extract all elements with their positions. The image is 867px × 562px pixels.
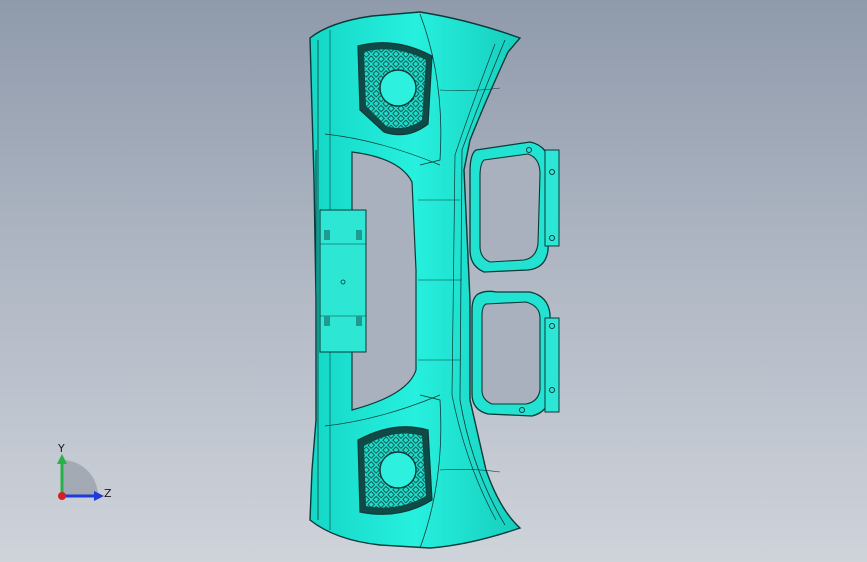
upper-mounting-frame	[469, 141, 560, 273]
orientation-triad: Y Z	[40, 438, 120, 518]
bumper-model[interactable]	[0, 0, 867, 562]
triad-quadrant	[62, 460, 98, 496]
x-axis-dot	[58, 492, 66, 500]
lower-mounting-frame	[471, 290, 560, 417]
graphics-viewport[interactable]: Y Z	[0, 0, 867, 562]
lower-fog-lamp-grille	[357, 426, 433, 515]
y-axis-label: Y	[58, 442, 65, 455]
z-axis-label: Z	[104, 487, 112, 500]
